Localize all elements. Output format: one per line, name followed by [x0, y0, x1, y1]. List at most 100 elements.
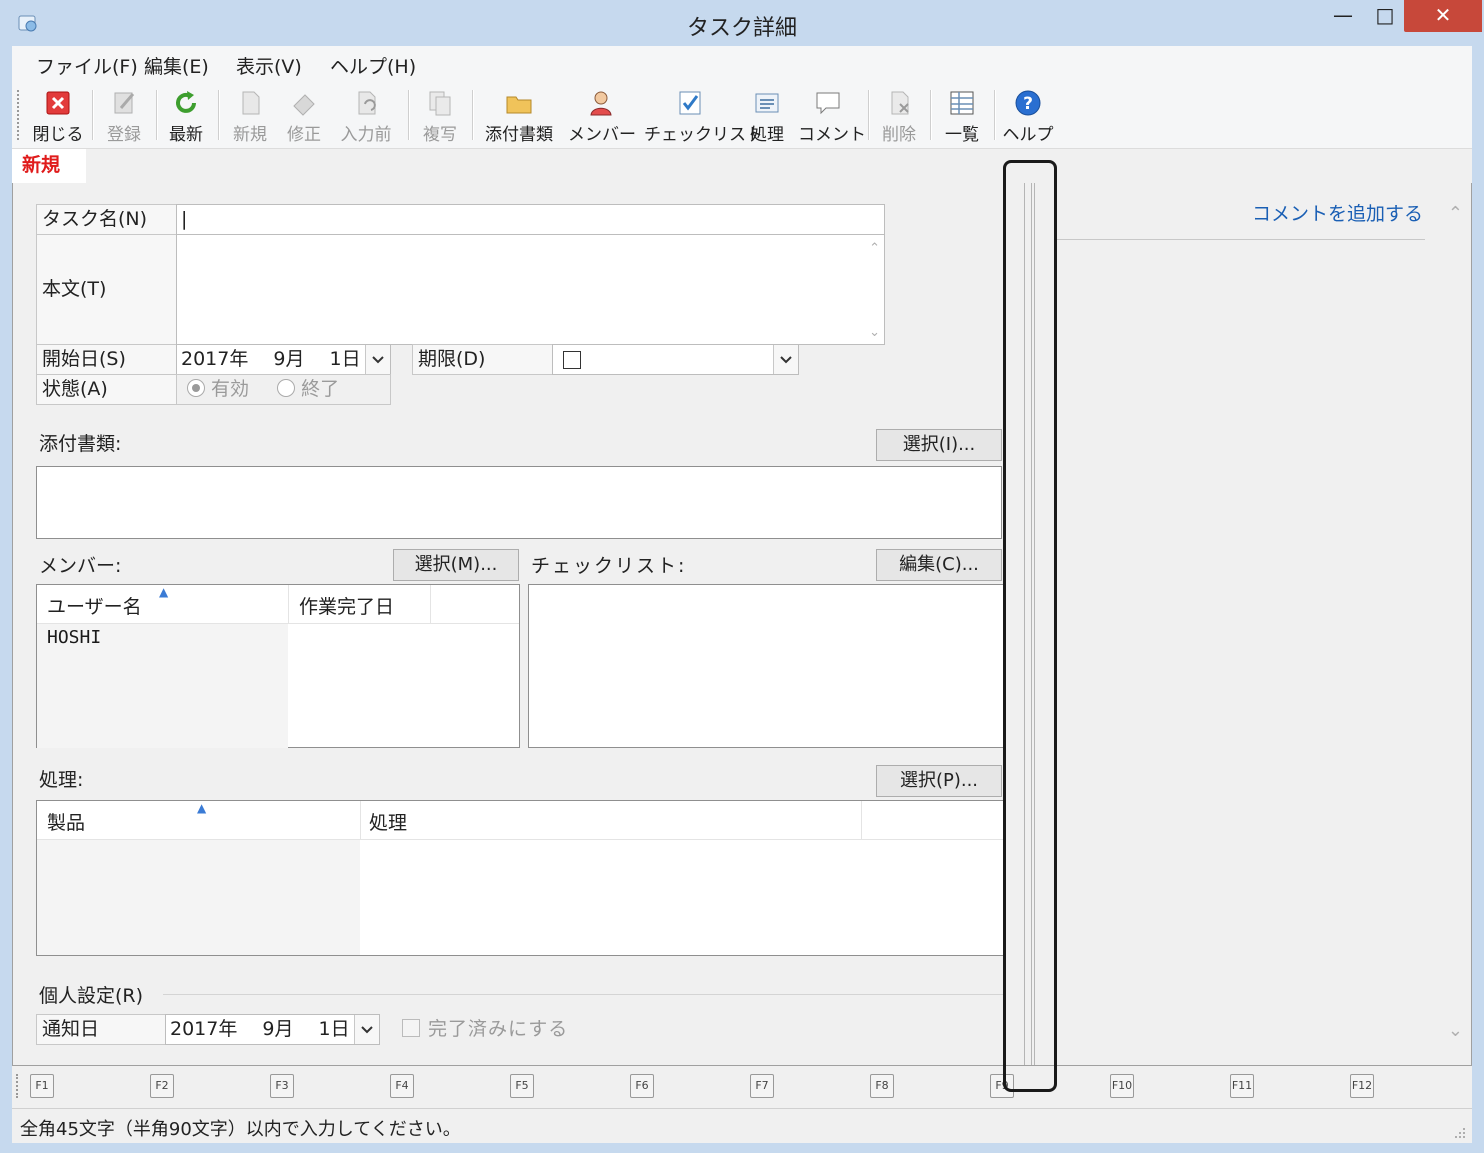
sort-asc-icon: ▲	[197, 801, 207, 815]
members-col-done[interactable]: 作業完了日	[299, 592, 394, 619]
process-col-product[interactable]: 製品	[47, 808, 85, 835]
deadline-label: 期限(D)	[412, 344, 553, 375]
status-active-label: 有効	[211, 378, 250, 400]
process-label: 処理:	[39, 769, 84, 791]
toolbar-separator	[92, 90, 94, 140]
status-message: 全角45文字（半角90文字）以内で入力してください。	[20, 1119, 461, 1140]
help-button[interactable]: ? ヘルプ	[1000, 86, 1056, 146]
task-name-label: タスク名(N)	[36, 204, 177, 235]
window-title: タスク詳細	[686, 16, 797, 41]
fkey-f5[interactable]: F5	[510, 1074, 534, 1098]
toolbar-grip	[17, 90, 21, 140]
table-row[interactable]: HOSHI	[47, 627, 101, 648]
status-radio-group: 有効 終了	[176, 374, 391, 405]
add-comment-link[interactable]: コメントを追加する	[1252, 199, 1423, 226]
list-icon	[950, 91, 974, 115]
attachments-button[interactable]: 添付書類	[478, 86, 560, 146]
fkey-f10[interactable]: F10	[1110, 1074, 1134, 1098]
fkey-f6[interactable]: F6	[630, 1074, 654, 1098]
checklist-list[interactable]	[528, 584, 1004, 748]
maximize-button[interactable]: □	[1362, 0, 1408, 32]
tab-new[interactable]: 新規	[12, 149, 86, 183]
status-active-radio[interactable]	[187, 379, 205, 397]
new-button[interactable]: 新規	[224, 86, 276, 146]
members-col-user[interactable]: ユーザー名	[47, 592, 142, 619]
process-table[interactable]: 製品 ▲ 処理	[36, 800, 1004, 956]
refresh-button[interactable]: 最新	[160, 86, 212, 146]
menu-file[interactable]: ファイル(F)	[36, 52, 138, 79]
notify-date-label: 通知日	[36, 1014, 166, 1045]
close-button[interactable]: 閉じる	[30, 86, 86, 146]
toolbar: 閉じる 登録 最新 新規 修正 入力前 複写 添付書類 メンバー チェックリスト…	[12, 82, 1472, 149]
body-textarea[interactable]: ⌃ ⌄	[176, 234, 885, 345]
status-done-label: 終了	[301, 378, 340, 400]
delete-icon	[891, 91, 909, 115]
comment-button[interactable]: コメント	[798, 86, 866, 146]
process-first-column	[37, 840, 360, 955]
client-area: ファイル(F) 編集(E) 表示(V) ヘルプ(H) 閉じる 登録 最新 新規 …	[12, 46, 1472, 1143]
resize-grip-icon[interactable]	[1452, 1125, 1466, 1139]
function-key-bar: F1 F2 F3 F4 F5 F6 F7 F8 F9 F10 F11 F12	[12, 1066, 1472, 1106]
comment-divider	[1055, 239, 1425, 240]
minimize-button[interactable]: —	[1320, 0, 1366, 32]
register-button[interactable]: 登録	[98, 86, 150, 146]
deadline-checkbox[interactable]	[563, 351, 581, 369]
checklist-icon	[679, 91, 701, 115]
fkey-f2[interactable]: F2	[150, 1074, 174, 1098]
personal-settings-label: 個人設定(R)	[39, 985, 144, 1007]
toolbar-separator	[472, 90, 474, 140]
start-date-picker[interactable]: 2017年 9月 1日	[176, 344, 391, 375]
toolbar-separator	[218, 90, 220, 140]
fkey-grip	[16, 1074, 20, 1098]
copy-icon	[429, 91, 451, 116]
list-button[interactable]: 一覧	[936, 86, 988, 146]
scroll-up-icon[interactable]: ⌃	[1448, 203, 1463, 224]
attachments-label: 添付書類:	[39, 433, 122, 455]
checklist-button[interactable]: チェックリスト	[644, 86, 763, 146]
edit-button[interactable]: 修正	[278, 86, 330, 146]
process-select-button[interactable]: 選択(P)...	[876, 765, 1002, 797]
fkey-f4[interactable]: F4	[390, 1074, 414, 1098]
menu-bar: ファイル(F) 編集(E) 表示(V) ヘルプ(H)	[12, 46, 1472, 82]
menu-help[interactable]: ヘルプ(H)	[330, 52, 416, 79]
fkey-f3[interactable]: F3	[270, 1074, 294, 1098]
notify-date-dropdown-icon[interactable]	[354, 1015, 379, 1044]
task-name-input[interactable]: |	[176, 204, 885, 235]
toolbar-separator	[408, 90, 410, 140]
fkey-f12[interactable]: F12	[1350, 1074, 1374, 1098]
copy-button[interactable]: 複写	[414, 86, 466, 146]
fkey-f1[interactable]: F1	[30, 1074, 54, 1098]
fkey-f7[interactable]: F7	[750, 1074, 774, 1098]
user-icon	[590, 91, 612, 116]
process-col-process[interactable]: 処理	[369, 808, 407, 835]
scroll-down-icon[interactable]: ⌄	[1448, 1020, 1463, 1041]
attachments-list[interactable]	[36, 466, 1002, 539]
before-input-button[interactable]: 入力前	[334, 86, 398, 146]
delete-button[interactable]: 削除	[874, 86, 924, 146]
deadline-dropdown-icon[interactable]	[773, 345, 798, 374]
notify-date-picker[interactable]: 2017年 9月 1日	[165, 1014, 380, 1045]
members-button[interactable]: メンバー	[568, 86, 636, 146]
body-scroll-up-icon[interactable]: ⌃	[869, 241, 880, 256]
status-label: 状態(A)	[36, 374, 177, 405]
checklist-edit-button[interactable]: 編集(C)...	[876, 549, 1002, 581]
members-select-button[interactable]: 選択(M)...	[393, 549, 519, 581]
menu-edit[interactable]: 編集(E)	[144, 52, 209, 79]
close-window-button[interactable]: ✕	[1404, 0, 1482, 32]
process-button[interactable]: 処理	[742, 86, 792, 146]
fkey-f8[interactable]: F8	[870, 1074, 894, 1098]
start-date-dropdown-icon[interactable]	[365, 345, 390, 374]
body-scroll-down-icon[interactable]: ⌄	[869, 325, 880, 340]
fkey-f11[interactable]: F11	[1230, 1074, 1254, 1098]
toolbar-separator	[930, 90, 932, 140]
start-date-label: 開始日(S)	[36, 344, 177, 375]
deadline-picker[interactable]	[552, 344, 799, 375]
members-table[interactable]: ユーザー名 ▲ 作業完了日 HOSHI	[36, 584, 520, 748]
body-label: 本文(T)	[36, 234, 177, 345]
title-bar: タスク詳細 — □ ✕	[0, 0, 1484, 46]
status-done-radio[interactable]	[277, 379, 296, 397]
menu-view[interactable]: 表示(V)	[236, 52, 302, 79]
mark-done-checkbox[interactable]	[402, 1019, 420, 1037]
folder-icon	[506, 96, 532, 114]
attachments-select-button[interactable]: 選択(I)...	[876, 429, 1002, 461]
